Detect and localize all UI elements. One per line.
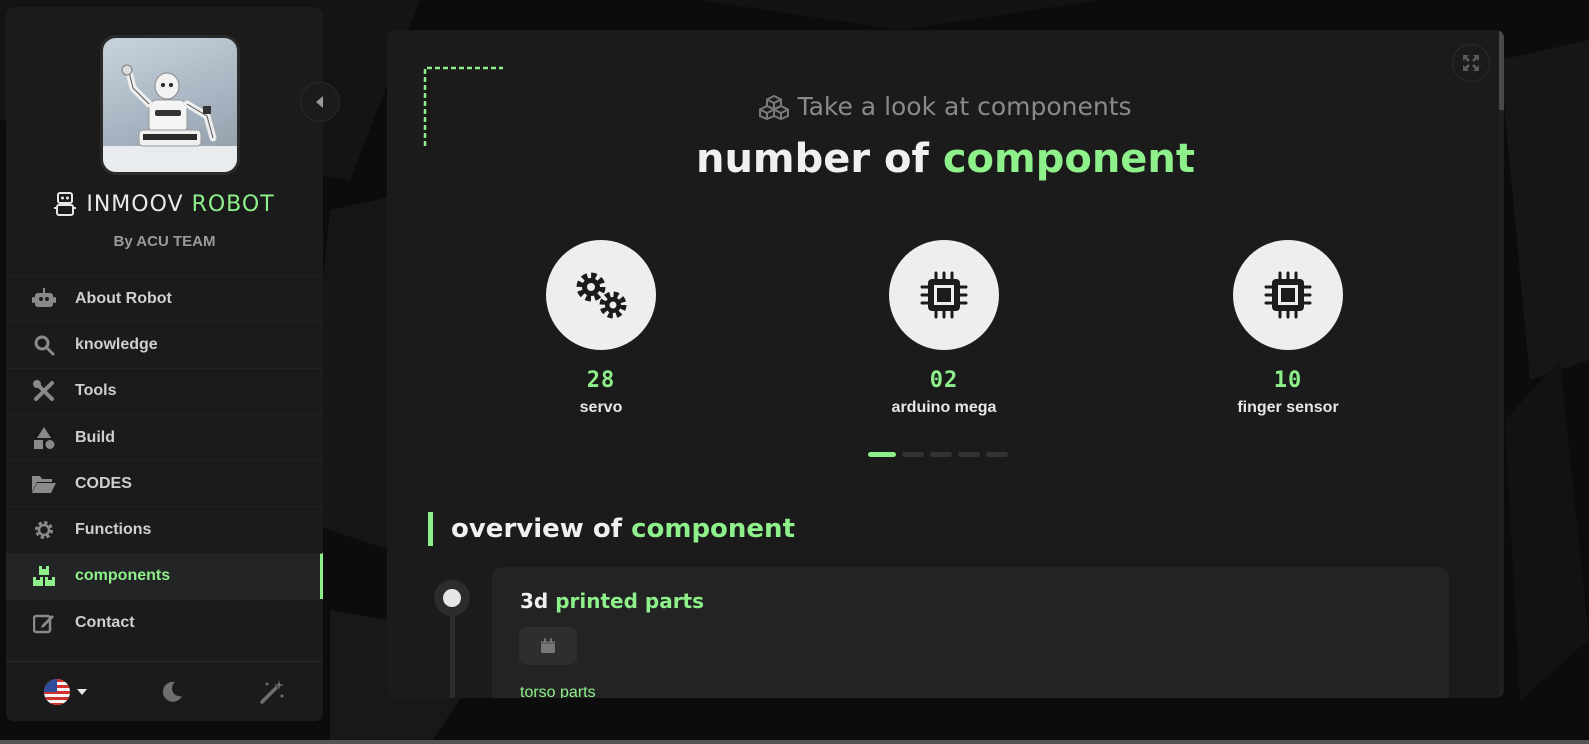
- caret-down-icon: [76, 688, 87, 695]
- card-title-part1: 3d: [520, 589, 549, 613]
- sidebar-menu: About Robot knowledge Tools Build CODES: [6, 275, 323, 645]
- robot-icon: [31, 287, 57, 311]
- boxes-icon: [31, 564, 57, 588]
- sidebar-item-codes[interactable]: CODES: [6, 460, 323, 506]
- tools-icon: [31, 379, 57, 403]
- sidebar: INMOOV ROBOT By ACU TEAM About Robot kno…: [6, 7, 323, 721]
- main-panel: Take a look at components number of comp…: [387, 30, 1504, 698]
- gear-icon: [31, 518, 57, 542]
- moon-icon: [163, 681, 183, 702]
- sidebar-item-label: Contact: [75, 613, 135, 631]
- stat-value: 02: [929, 368, 959, 393]
- microchip-icon: [920, 271, 968, 319]
- section-heading: overview of component: [428, 512, 795, 546]
- stat-card-finger-sensor: 10 finger sensor: [1178, 240, 1398, 417]
- sidebar-item-label: components: [75, 567, 171, 585]
- shapes-icon: [31, 426, 57, 450]
- sidebar-item-label: knowledge: [75, 335, 158, 353]
- sidebar-item-tools[interactable]: Tools: [6, 367, 323, 414]
- stat-label: arduino mega: [891, 399, 997, 416]
- carousel-dot-2[interactable]: [902, 452, 924, 457]
- stat-value: 10: [1273, 368, 1303, 393]
- stat-icon-circle: [1233, 240, 1343, 350]
- brand-name-part2: ROBOT: [191, 191, 275, 217]
- fullscreen-button[interactable]: [1452, 44, 1490, 82]
- title-part2: component: [942, 136, 1196, 182]
- sidebar-item-label: Build: [75, 428, 115, 446]
- kicker-text: Take a look at components: [797, 92, 1132, 121]
- expand-icon: [1463, 55, 1479, 71]
- stat-label: finger sensor: [1237, 399, 1339, 416]
- carousel-dot-1[interactable]: [868, 452, 896, 457]
- window-bottom-edge: [0, 740, 1589, 744]
- stat-label: servo: [579, 399, 623, 416]
- search-icon: [31, 333, 57, 357]
- sidebar-item-label: About Robot: [75, 289, 172, 307]
- folder-open-icon: [31, 472, 57, 496]
- us-flag-icon: [43, 678, 70, 705]
- stat-card-arduino-mega: 02 arduino mega: [834, 240, 1054, 417]
- robot-icon: [54, 192, 77, 216]
- effects-toggle[interactable]: [258, 678, 286, 706]
- magic-wand-icon: [260, 679, 285, 704]
- stat-card-servo: 28 servo: [491, 240, 711, 417]
- robot-illustration: [103, 64, 237, 172]
- page-title: number of component: [387, 136, 1504, 182]
- timeline-node: [434, 580, 470, 616]
- brand-title: INMOOV ROBOT: [6, 191, 323, 217]
- carousel-dot-5[interactable]: [986, 452, 1008, 457]
- sidebar-item-about-robot[interactable]: About Robot: [6, 275, 323, 321]
- stats-carousel: 28 servo 02 arduino mega 10 finger senso…: [387, 240, 1504, 430]
- sidebar-item-build[interactable]: Build: [6, 413, 323, 460]
- gears-icon: [576, 272, 627, 319]
- timeline-card: 3d printed parts torso parts: [492, 567, 1449, 698]
- section-heading-part2: component: [631, 514, 795, 544]
- theme-toggle[interactable]: [160, 680, 184, 704]
- caret-left-icon: [316, 96, 323, 108]
- carousel-dot-4[interactable]: [958, 452, 980, 457]
- stat-value: 28: [586, 368, 616, 393]
- cubes-icon: [759, 94, 790, 120]
- sidebar-item-functions[interactable]: Functions: [6, 506, 323, 552]
- sidebar-footer: [6, 661, 323, 721]
- brand-name-part1: INMOOV: [86, 191, 184, 217]
- sidebar-item-contact[interactable]: Contact: [6, 599, 323, 645]
- card-link-torso-parts[interactable]: torso parts: [520, 684, 596, 698]
- card-title: 3d printed parts: [520, 589, 704, 613]
- section-kicker: Take a look at components: [387, 92, 1504, 121]
- stat-icon-circle: [889, 240, 999, 350]
- sidebar-item-knowledge[interactable]: knowledge: [6, 321, 323, 367]
- calendar-icon: [541, 638, 555, 653]
- sidebar-item-label: Tools: [75, 382, 117, 400]
- microchip-icon: [1264, 271, 1312, 319]
- language-selector[interactable]: [43, 678, 87, 706]
- sidebar-item-components[interactable]: components: [6, 552, 323, 600]
- card-title-part2: printed parts: [555, 589, 705, 613]
- sidebar-item-label: CODES: [75, 474, 132, 492]
- edit-icon: [31, 611, 57, 635]
- robot-avatar: [100, 35, 240, 175]
- carousel-dot-3[interactable]: [930, 452, 952, 457]
- byline: By ACU TEAM: [113, 233, 216, 250]
- section-heading-part1: overview of: [451, 514, 623, 544]
- sidebar-collapse-button[interactable]: [300, 82, 340, 122]
- sidebar-item-label: Functions: [75, 521, 152, 539]
- carousel-pagination: [868, 452, 1008, 457]
- card-date-badge: [519, 627, 577, 665]
- stat-icon-circle: [546, 240, 656, 350]
- title-part1: number of: [695, 136, 929, 182]
